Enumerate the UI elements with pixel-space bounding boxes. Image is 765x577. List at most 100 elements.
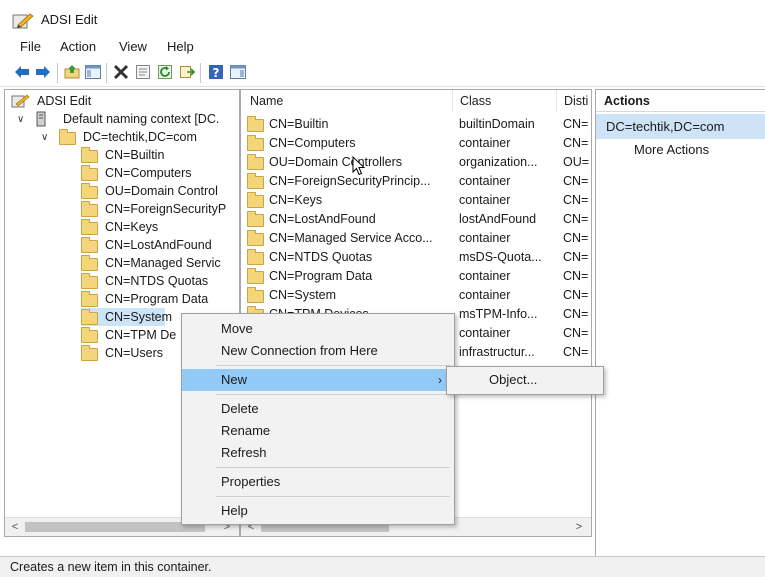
cell-distinguished-name: CN= xyxy=(563,231,589,245)
menu-item-new-connection[interactable]: New Connection from Here xyxy=(182,340,454,362)
tree-item-label: Default naming context [DC. xyxy=(63,112,220,126)
list-row[interactable]: CN=Computers container CN= xyxy=(241,134,591,153)
export-list-icon[interactable] xyxy=(178,63,196,81)
toolbar-separator xyxy=(106,63,107,83)
list-row[interactable]: CN=Keys container CN= xyxy=(241,191,591,210)
folder-icon xyxy=(81,327,98,343)
refresh-icon[interactable] xyxy=(156,63,174,81)
menu-item-move[interactable]: Move xyxy=(182,318,454,340)
scroll-left-icon[interactable]: < xyxy=(7,519,23,535)
tree-item-label: CN=NTDS Quotas xyxy=(105,274,209,288)
menu-item-new[interactable]: New › xyxy=(182,369,454,391)
menu-item-label: Help xyxy=(221,503,248,518)
menu-action[interactable]: Action xyxy=(60,39,96,54)
menu-item-object[interactable]: Object... xyxy=(489,372,537,387)
show-action-pane-icon[interactable] xyxy=(229,63,247,81)
menu-item-delete[interactable]: Delete xyxy=(182,398,454,420)
help-icon[interactable]: ? xyxy=(207,63,225,81)
cell-class: container xyxy=(459,193,511,207)
cell-class: container xyxy=(459,136,511,150)
folder-icon xyxy=(247,287,264,303)
cell-name: CN=Keys xyxy=(269,193,323,207)
scroll-thumb[interactable] xyxy=(25,522,205,532)
cell-class: infrastructur... xyxy=(459,345,535,359)
list-row[interactable]: CN=NTDS Quotas msDS-Quota... CN= xyxy=(241,248,591,267)
folder-icon xyxy=(81,273,98,289)
cell-distinguished-name: CN= xyxy=(563,326,589,340)
tree-item-label: CN=Keys xyxy=(105,220,159,234)
tree-item-label: CN=Managed Servic xyxy=(105,256,221,270)
submenu-arrow-icon: › xyxy=(438,373,442,387)
folder-icon xyxy=(81,183,98,199)
status-bar: Creates a new item in this container. xyxy=(0,556,765,577)
cell-name: CN=Program Data xyxy=(269,269,373,283)
tree-item-container[interactable]: CN=System xyxy=(81,308,172,326)
list-row[interactable]: CN=ForeignSecurityPrincip... container CN= xyxy=(241,172,591,191)
toolbar-separator xyxy=(57,63,58,83)
menu-help[interactable]: Help xyxy=(167,39,194,54)
actions-pane: Actions DC=techtik,DC=com More Actions xyxy=(595,89,765,558)
actions-section-domain[interactable]: DC=techtik,DC=com xyxy=(596,114,765,139)
folder-icon xyxy=(81,237,98,253)
actions-header: Actions xyxy=(596,90,765,112)
back-arrow-icon[interactable] xyxy=(13,63,31,81)
folder-icon xyxy=(247,192,264,208)
cell-distinguished-name: CN= xyxy=(563,250,589,264)
show-hide-console-tree-icon[interactable] xyxy=(84,63,102,81)
cell-class: container xyxy=(459,288,511,302)
column-header-class[interactable]: Class xyxy=(460,94,491,108)
cell-distinguished-name: CN= xyxy=(563,307,589,321)
folder-icon xyxy=(81,309,98,325)
delete-icon[interactable] xyxy=(112,63,130,81)
cell-name: CN=LostAndFound xyxy=(269,212,376,226)
cell-distinguished-name: CN= xyxy=(563,288,589,302)
folder-icon xyxy=(247,173,264,189)
menu-file[interactable]: File xyxy=(20,39,41,54)
column-header-distinguished-name[interactable]: Disti xyxy=(564,94,588,108)
tree-item-label: CN=System xyxy=(105,310,173,324)
menu-item-properties[interactable]: Properties xyxy=(182,471,454,493)
toolbar-separator xyxy=(200,63,201,83)
tree-item-label: CN=ForeignSecurityP xyxy=(105,202,227,216)
cell-distinguished-name: OU= xyxy=(563,155,590,169)
menu-view[interactable]: View xyxy=(119,39,147,54)
menu-item-label: Move xyxy=(221,321,253,336)
adsi-edit-icon xyxy=(11,94,30,108)
list-row[interactable]: CN=Managed Service Acco... container CN= xyxy=(241,229,591,248)
list-row[interactable]: CN=System container CN= xyxy=(241,286,591,305)
properties-icon[interactable] xyxy=(134,63,152,81)
list-row[interactable]: CN=Builtin builtinDomain CN= xyxy=(241,115,591,134)
column-header-name[interactable]: Name xyxy=(250,94,283,108)
forward-arrow-icon[interactable] xyxy=(34,63,52,81)
folder-icon xyxy=(247,154,264,170)
folder-icon xyxy=(81,291,98,307)
column-divider[interactable] xyxy=(556,90,557,112)
menu-separator xyxy=(216,365,450,366)
list-row[interactable]: CN=Program Data container CN= xyxy=(241,267,591,286)
menu-item-help[interactable]: Help xyxy=(182,500,454,522)
submenu-new: Object... xyxy=(446,366,604,395)
folder-icon xyxy=(81,255,98,271)
menu-item-refresh[interactable]: Refresh xyxy=(182,442,454,464)
list-row[interactable]: CN=LostAndFound lostAndFound CN= xyxy=(241,210,591,229)
list-row[interactable]: OU=Domain Controllers organization... OU= xyxy=(241,153,591,172)
tree-item-label: CN=Users xyxy=(105,346,163,360)
tree-item-label: CN=TPM De xyxy=(105,328,177,342)
menu-separator xyxy=(216,496,450,497)
cell-class: builtinDomain xyxy=(459,117,535,131)
folder-icon xyxy=(247,249,264,265)
chevron-down-icon[interactable]: ∨ xyxy=(17,114,24,125)
cell-class: container xyxy=(459,326,511,340)
scroll-right-icon[interactable]: > xyxy=(571,519,587,535)
up-folder-icon[interactable] xyxy=(63,63,81,81)
cell-class: msDS-Quota... xyxy=(459,250,542,264)
menu-separator xyxy=(216,394,450,395)
column-divider[interactable] xyxy=(452,90,453,112)
menu-item-rename[interactable]: Rename xyxy=(182,420,454,442)
toolbar: ? xyxy=(0,60,765,87)
chevron-down-icon[interactable]: ∨ xyxy=(41,132,48,143)
tree-root-label: ADSI Edit xyxy=(37,94,92,108)
tree-item-label: CN=LostAndFound xyxy=(105,238,212,252)
more-actions-link[interactable]: More Actions xyxy=(634,142,709,157)
server-icon xyxy=(36,111,46,127)
